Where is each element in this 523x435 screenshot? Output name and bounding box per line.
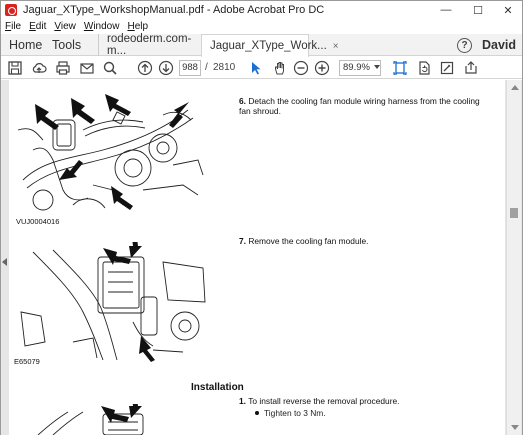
email-icon[interactable] bbox=[78, 59, 96, 77]
tab-close-icon[interactable]: × bbox=[333, 41, 339, 52]
window-title: Jaguar_XType_WorkshopManual.pdf - Adobe … bbox=[23, 4, 325, 16]
user-name[interactable]: David bbox=[482, 38, 516, 52]
menu-help-label: elp bbox=[134, 21, 149, 32]
figure-2-caption: E65079 bbox=[14, 357, 40, 366]
menu-window[interactable]: Window bbox=[80, 21, 124, 32]
cloud-upload-icon[interactable] bbox=[30, 59, 48, 77]
help-icon[interactable]: ? bbox=[457, 38, 472, 53]
pdf-page: VUJ0004016 6. Detach the cooling fan mod… bbox=[9, 80, 505, 435]
search-icon[interactable] bbox=[101, 59, 119, 77]
menu-bar: File Edit View Window Help bbox=[1, 19, 522, 34]
edit-pdf-icon[interactable] bbox=[438, 59, 456, 77]
menu-file[interactable]: File bbox=[1, 21, 25, 32]
scrollbar-thumb[interactable] bbox=[510, 208, 518, 218]
vertical-scrollbar[interactable] bbox=[506, 80, 521, 435]
chevron-down-icon[interactable] bbox=[374, 65, 380, 69]
hand-tool-icon[interactable] bbox=[271, 59, 289, 77]
share-icon[interactable] bbox=[462, 59, 480, 77]
left-pane-toggle-icon[interactable] bbox=[2, 258, 7, 266]
toolbar: 988 / 2810 89.9% bbox=[1, 57, 522, 79]
document-viewport[interactable]: VUJ0004016 6. Detach the cooling fan mod… bbox=[1, 80, 522, 435]
tab-tools[interactable]: Tools bbox=[52, 34, 81, 56]
torque-spec: Tighten to 3 Nm. bbox=[264, 408, 326, 418]
installation-step-1: 1. To install reverse the removal proced… bbox=[239, 396, 489, 406]
maximize-button[interactable]: ☐ bbox=[463, 1, 493, 19]
minimize-button[interactable]: — bbox=[431, 1, 461, 19]
zoom-in-icon[interactable] bbox=[313, 59, 331, 77]
step-7-text: Remove the cooling fan module. bbox=[248, 236, 369, 246]
figure-cooling-fan-module bbox=[20, 242, 206, 362]
step-6: 6. Detach the cooling fan module wiring … bbox=[239, 96, 489, 116]
menu-window-accel: W bbox=[83, 21, 94, 32]
page-total: 2810 bbox=[213, 62, 236, 73]
scroll-down-icon[interactable] bbox=[511, 425, 519, 430]
menu-edit[interactable]: Edit bbox=[25, 21, 50, 32]
installation-step-1-text: To install reverse the removal procedure… bbox=[248, 396, 400, 406]
scroll-up-icon[interactable] bbox=[511, 85, 519, 90]
bullet-icon bbox=[255, 411, 259, 415]
print-icon[interactable] bbox=[54, 59, 72, 77]
menu-file-label: ile bbox=[11, 21, 22, 32]
menu-view-label: iew bbox=[60, 21, 76, 32]
close-button[interactable]: ✕ bbox=[493, 1, 523, 19]
menu-edit-label: dit bbox=[35, 21, 47, 32]
installation-step-1-number: 1. bbox=[239, 396, 246, 406]
title-bar: Jaguar_XType_WorkshopManual.pdf - Adobe … bbox=[1, 1, 522, 19]
menu-help[interactable]: Help bbox=[123, 21, 152, 32]
step-7-number: 7. bbox=[239, 236, 246, 246]
next-page-icon[interactable] bbox=[157, 59, 175, 77]
page-separator: / bbox=[205, 62, 208, 73]
tab-document-rodeoderm[interactable]: rodeoderm.com-m... bbox=[98, 33, 208, 57]
menu-edit-accel: E bbox=[29, 21, 36, 32]
acrobat-icon bbox=[5, 4, 17, 16]
installation-heading: Installation bbox=[191, 382, 244, 393]
page-number-input[interactable]: 988 bbox=[179, 60, 201, 76]
tab-home[interactable]: Home bbox=[9, 34, 42, 56]
previous-page-icon[interactable] bbox=[136, 59, 154, 77]
zoom-out-icon[interactable] bbox=[292, 59, 310, 77]
tab-document-jaguar[interactable]: Jaguar_XType_Work... × bbox=[201, 34, 339, 57]
acrobat-window: Jaguar_XType_WorkshopManual.pdf - Adobe … bbox=[0, 0, 523, 435]
figure-installation bbox=[37, 404, 144, 435]
menu-help-accel: H bbox=[127, 21, 135, 32]
menu-view[interactable]: View bbox=[50, 21, 80, 32]
step-7: 7. Remove the cooling fan module. bbox=[239, 236, 489, 246]
fit-page-icon[interactable] bbox=[391, 59, 409, 77]
figure-cooling-fan-harness bbox=[17, 94, 204, 211]
select-cursor-icon[interactable] bbox=[247, 59, 265, 77]
rotate-page-icon[interactable] bbox=[415, 59, 433, 77]
step-6-text: Detach the cooling fan module wiring har… bbox=[239, 96, 480, 116]
figure-1-caption: VUJ0004016 bbox=[16, 217, 60, 226]
save-icon[interactable] bbox=[6, 59, 24, 77]
step-6-number: 6. bbox=[239, 96, 246, 106]
menu-window-label: indow bbox=[93, 21, 120, 32]
tab-bar: Home Tools rodeoderm.com-m... Jaguar_XTy… bbox=[1, 33, 522, 57]
tab-document-jaguar-label: Jaguar_XType_Work... bbox=[210, 40, 327, 52]
tab-document-rodeoderm-label: rodeoderm.com-m... bbox=[107, 33, 192, 57]
